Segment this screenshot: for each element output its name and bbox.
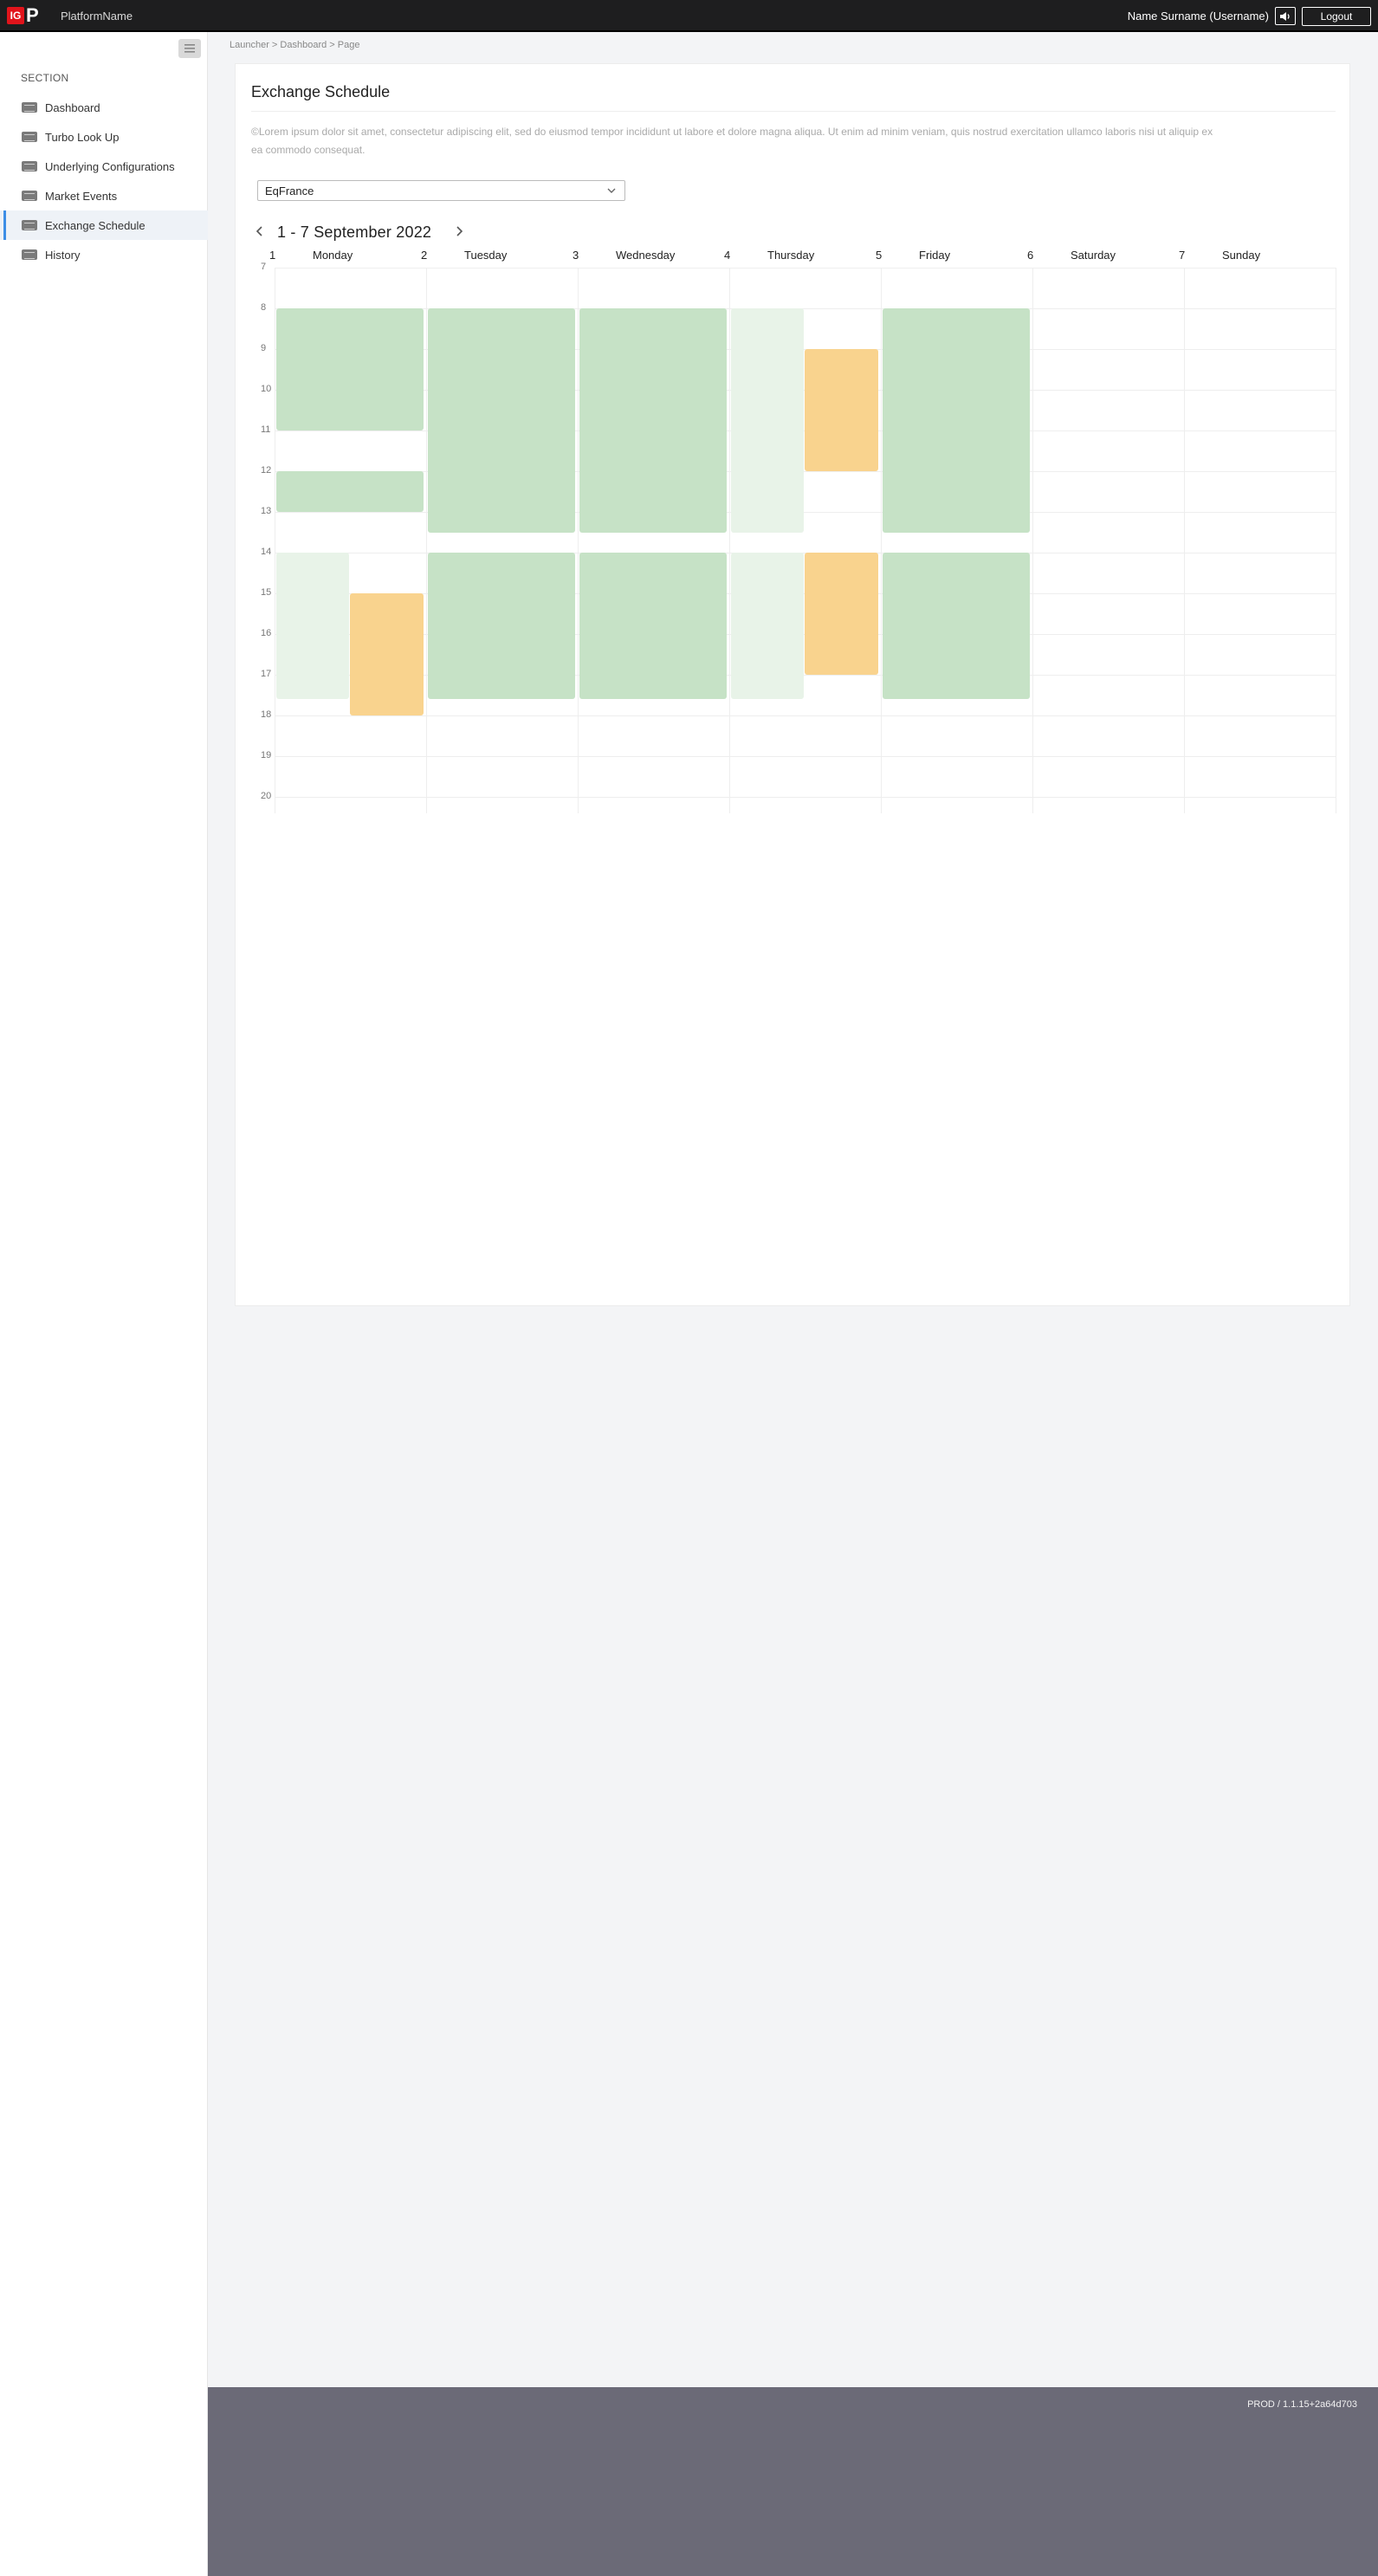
sidebar: SECTION Dashboard Turbo Look Up Underlyi… <box>0 32 208 2576</box>
footer: PROD / 1.1.15+2a64d703 <box>208 2387 1378 2576</box>
day-name: Tuesday <box>464 249 508 262</box>
breadcrumb: Launcher > Dashboard > Page <box>230 40 360 50</box>
sidebar-collapse-button[interactable] <box>178 39 201 58</box>
menu-icon <box>184 44 195 53</box>
logout-button[interactable]: Logout <box>1302 7 1371 26</box>
version-label: PROD / 1.1.15+2a64d703 <box>1247 2399 1357 2410</box>
week-calendar: 1 Monday 2 Tuesday 3 Wednesday 4 Thursday 5 Frida… <box>257 249 1336 813</box>
hour-label: 13 <box>261 506 272 516</box>
hour-label: 12 <box>261 465 272 476</box>
hour-label: 7 <box>261 262 267 272</box>
hour-gridline <box>275 268 1336 269</box>
trading-session-block[interactable] <box>428 308 575 533</box>
sound-toggle-button[interactable] <box>1275 7 1296 25</box>
day-name: Monday <box>313 249 353 262</box>
day-header: 1 Monday <box>269 249 421 268</box>
trading-session-block[interactable] <box>428 553 575 700</box>
day-name: Sunday <box>1222 249 1261 262</box>
auction-session-block[interactable] <box>350 593 424 715</box>
top-bar: IG P PlatformName Name Surname (Username… <box>0 0 1378 32</box>
grid-icon <box>22 161 37 172</box>
trading-session-block[interactable] <box>731 553 804 700</box>
sidebar-item-label: Underlying Configurations <box>45 159 175 173</box>
page-description: ©Lorem ipsum dolor sit amet, consectetur… <box>251 126 1213 156</box>
trading-session-block[interactable] <box>276 308 424 430</box>
week-label: 1 - 7 September 2022 <box>277 223 432 241</box>
trading-session-block[interactable] <box>276 471 424 512</box>
sidebar-item-label: History <box>45 248 81 262</box>
sidebar-item-label: Turbo Look Up <box>45 130 120 144</box>
hour-label: 9 <box>261 343 267 353</box>
ig-logo-icon: IG <box>7 7 24 24</box>
trading-session-block[interactable] <box>579 308 727 533</box>
next-week-button[interactable] <box>453 225 465 237</box>
user-name: Name Surname (Username) <box>1127 10 1269 23</box>
hour-gridline <box>275 715 1336 716</box>
previous-week-button[interactable] <box>254 225 266 237</box>
sidebar-item-label: Dashboard <box>45 100 100 114</box>
chevron-down-icon <box>607 188 616 193</box>
trading-session-block[interactable] <box>276 553 349 700</box>
day-number: 7 <box>1179 249 1186 262</box>
hour-label: 8 <box>261 302 267 313</box>
day-header: 4 Thursday <box>724 249 876 268</box>
day-number: 4 <box>724 249 731 262</box>
trading-session-block[interactable] <box>883 553 1030 700</box>
speaker-icon <box>1280 11 1290 21</box>
auction-session-block[interactable] <box>805 349 878 471</box>
hour-label: 14 <box>261 547 272 557</box>
main-card: Exchange Schedule ©Lorem ipsum dolor sit… <box>235 63 1350 1306</box>
day-header: 6 Saturday <box>1027 249 1179 268</box>
day-number: 1 <box>269 249 276 262</box>
hour-gridline <box>275 756 1336 757</box>
sidebar-item-exchange-schedule[interactable]: Exchange Schedule <box>0 210 208 240</box>
grid-icon <box>22 102 37 113</box>
hour-label: 19 <box>261 750 272 761</box>
day-header: 2 Tuesday <box>421 249 573 268</box>
grid-icon <box>22 191 37 201</box>
sidebar-item-dashboard[interactable]: Dashboard <box>0 93 208 122</box>
day-header: 3 Wednesday <box>573 249 724 268</box>
day-number: 2 <box>421 249 428 262</box>
logo-letter: P <box>26 4 39 26</box>
sidebar-item-market-events[interactable]: Market Events <box>0 181 208 210</box>
hour-label: 10 <box>261 384 272 394</box>
grid-icon <box>22 249 37 260</box>
day-name: Saturday <box>1071 249 1116 262</box>
page-title: Exchange Schedule <box>251 83 391 100</box>
platform-name: PlatformName <box>61 10 133 23</box>
day-header: 7 Sunday <box>1179 249 1330 268</box>
day-header: 5 Friday <box>876 249 1027 268</box>
hour-label: 15 <box>261 587 272 598</box>
sidebar-item-label: Market Events <box>45 189 118 203</box>
sidebar-item-underlying-configurations[interactable]: Underlying Configurations <box>0 152 208 181</box>
trading-session-block[interactable] <box>883 308 1030 533</box>
exchange-select[interactable]: EqFrance <box>257 180 625 201</box>
grid-icon <box>22 220 37 230</box>
hour-label: 17 <box>261 669 272 679</box>
grid-icon <box>22 132 37 142</box>
trading-session-block[interactable] <box>579 553 727 700</box>
sidebar-item-turbo-look-up[interactable]: Turbo Look Up <box>0 122 208 152</box>
hour-label: 18 <box>261 709 272 720</box>
trading-session-block[interactable] <box>731 308 804 533</box>
day-name: Wednesday <box>616 249 676 262</box>
app-logo[interactable]: IG P <box>7 4 39 26</box>
hour-gridline <box>275 797 1336 798</box>
day-number: 3 <box>573 249 579 262</box>
hour-label: 20 <box>261 791 272 801</box>
sidebar-item-label: Exchange Schedule <box>45 218 146 232</box>
day-name: Friday <box>919 249 951 262</box>
auction-session-block[interactable] <box>805 553 878 675</box>
day-number: 6 <box>1027 249 1034 262</box>
day-number: 5 <box>876 249 883 262</box>
sidebar-item-history[interactable]: History <box>0 240 208 269</box>
hour-label: 16 <box>261 628 272 638</box>
hour-label: 11 <box>261 424 271 435</box>
sidebar-section-label: SECTION <box>21 72 69 84</box>
sidebar-nav: Dashboard Turbo Look Up Underlying Confi… <box>0 93 208 269</box>
exchange-select-value: EqFrance <box>265 184 314 197</box>
day-name: Thursday <box>767 249 815 262</box>
title-divider <box>251 111 1336 112</box>
